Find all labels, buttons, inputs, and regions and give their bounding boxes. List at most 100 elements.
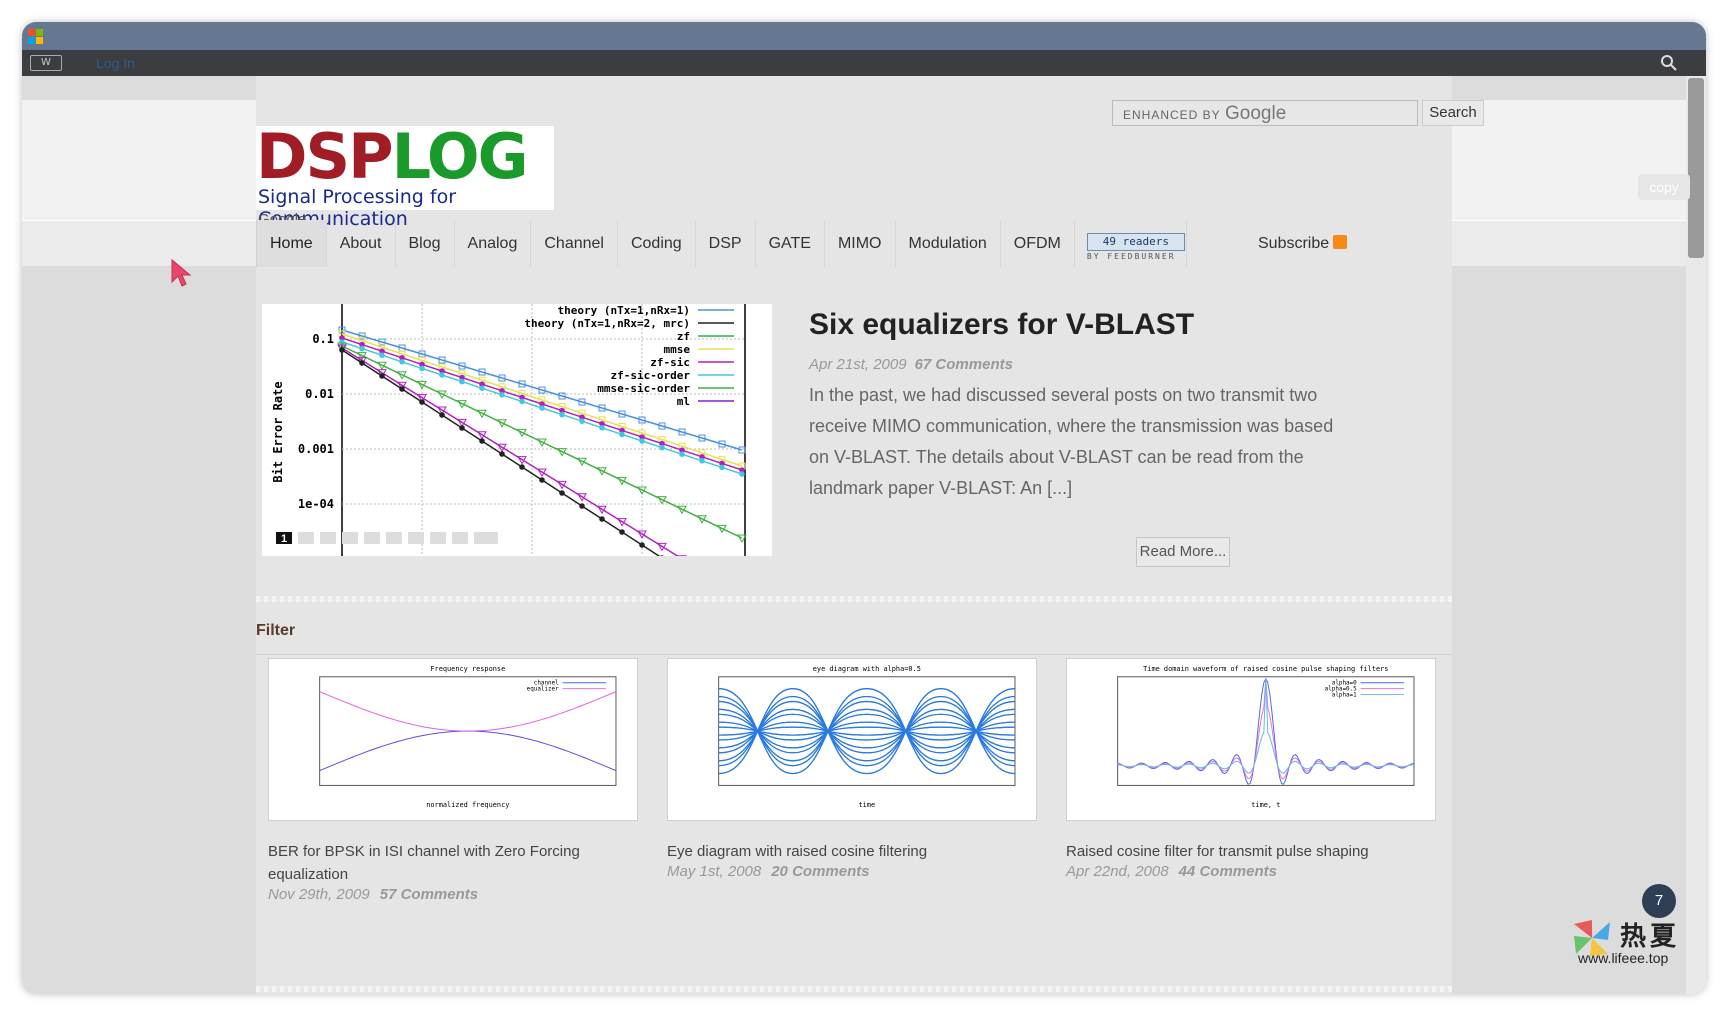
curve-marker [619, 529, 625, 535]
section-divider [256, 654, 1452, 655]
featured-image[interactable]: 0.1 0.01 0.001 1e-04 Bit Error Rate theory (n… [262, 304, 772, 556]
search-button[interactable]: Search [1422, 100, 1484, 126]
legend-label: mmse-sic-order [597, 382, 690, 395]
curve-marker [559, 411, 565, 418]
thumb-xlabel: time [858, 801, 875, 809]
admin-bar: W Log In [22, 50, 1706, 76]
nav-item-gate[interactable]: GATE [756, 220, 825, 267]
thumb-xlabel: time, t [1251, 801, 1280, 809]
windows-logo-icon [28, 29, 44, 45]
card-comments[interactable]: 44 Comments [1179, 863, 1277, 880]
nav-item-home[interactable]: Home [256, 220, 327, 267]
curve-marker [419, 399, 425, 405]
nav-item-dsp[interactable]: DSP [696, 220, 756, 267]
feed-by: BY FEEDBURNER [1086, 252, 1176, 261]
curve-marker [439, 412, 445, 418]
card-meta: May 1st, 2008 20 Comments [667, 863, 1037, 880]
slider-dot-label: 1 [281, 533, 287, 545]
slider-dot [452, 532, 468, 544]
curve-marker [419, 365, 425, 372]
curve-marker [339, 347, 345, 353]
thumb-xlabel: normalized frequency [426, 801, 509, 809]
card-meta: Apr 22nd, 2008 44 Comments [1066, 863, 1436, 880]
legend-label: theory (nTx=1,nRx=1) [558, 304, 690, 317]
scrollbar-thumb[interactable] [1688, 78, 1704, 258]
curve-marker [479, 385, 485, 391]
post-card[interactable]: Frequency response normalized frequency ch… [268, 658, 638, 903]
card-comments[interactable]: 20 Comments [771, 863, 869, 880]
curve-marker [659, 444, 665, 451]
curve-marker [499, 392, 505, 398]
feedburner-badge[interactable]: 49 readers BY FEEDBURNER [1075, 220, 1187, 267]
curve-marker [519, 464, 525, 470]
slider-dot [386, 532, 402, 544]
google-label: Google [1225, 103, 1287, 124]
nav-item-ofdm[interactable]: OFDM [1001, 220, 1075, 267]
site-logo[interactable]: DSPLOG Signal Processing for Communicati… [256, 120, 554, 230]
logo-dsp: DSP [256, 120, 394, 193]
post-card[interactable]: Time domain waveform of raised cosine pu… [1066, 658, 1436, 880]
browser-window: W Log In ENHANCED BY Google Search DSPLO… [22, 22, 1706, 994]
featured-comments[interactable]: 67 Comments [915, 356, 1013, 373]
nav-item-analog[interactable]: Analog [455, 220, 532, 267]
featured-date: Apr 21st, 2009 [809, 356, 907, 373]
curve-marker [479, 438, 485, 444]
card-date: Nov 29th, 2009 [268, 886, 370, 903]
card-thumbnail[interactable]: Frequency responsenormalized frequencych… [268, 658, 638, 821]
card-thumbnail[interactable]: eye diagram with alpha=0.5 time [667, 658, 1037, 821]
curve-marker [459, 378, 465, 385]
thumb-title: Frequency response [430, 665, 505, 673]
curve-marker [579, 503, 585, 509]
card-thumbnail[interactable]: Time domain waveform of raised cosine pu… [1066, 658, 1436, 821]
wordpress-icon[interactable]: W [30, 55, 62, 71]
nav-item-blog[interactable]: Blog [396, 220, 455, 267]
card-title[interactable]: Eye diagram with raised cosine filtering [667, 840, 1027, 863]
card-meta: Nov 29th, 2009 57 Comments [268, 886, 638, 903]
copy-button[interactable]: copy [1638, 174, 1690, 200]
login-link[interactable]: Log In [96, 55, 135, 71]
curve-marker [399, 359, 405, 365]
thumb-legend: equalizer [527, 687, 559, 693]
read-more-button[interactable]: Read More... [1136, 537, 1230, 567]
search-input[interactable]: ENHANCED BY Google [1112, 100, 1418, 126]
search-icon[interactable] [1660, 54, 1678, 72]
featured-title[interactable]: Six equalizers for V-BLAST [809, 308, 1194, 342]
scrollbar[interactable] [1686, 76, 1706, 994]
slider-dot [430, 532, 446, 544]
card-date: May 1st, 2008 [667, 863, 762, 880]
title-bar [22, 22, 1706, 50]
rss-icon [1333, 235, 1348, 249]
curve-marker [639, 438, 645, 444]
logo-log: LOG [391, 120, 529, 193]
curve-marker [639, 542, 645, 548]
card-title[interactable]: Raised cosine filter for transmit pulse … [1066, 840, 1426, 863]
thumb-legend: alpha=1 [1332, 693, 1357, 699]
nav-item-about[interactable]: About [327, 220, 396, 267]
curve-marker [699, 458, 705, 464]
curve-marker [439, 372, 445, 378]
divider [256, 596, 1452, 602]
nav-item-coding[interactable]: Coding [618, 220, 696, 267]
card-comments[interactable]: 57 Comments [380, 886, 478, 903]
post-card[interactable]: eye diagram with alpha=0.5 time Eye diagr… [667, 658, 1037, 880]
curve-marker [379, 373, 385, 379]
curve-marker [599, 516, 605, 522]
nav-item-modulation[interactable]: Modulation [896, 220, 1001, 267]
legend-label: ml [677, 395, 690, 408]
y-tick-label: 0.001 [298, 442, 334, 456]
notification-badge[interactable]: 7 [1642, 884, 1676, 918]
plot-frame [1117, 676, 1415, 786]
y-tick-label: 0.1 [312, 332, 334, 346]
curve-marker [619, 431, 625, 438]
curve-marker [499, 451, 505, 457]
card-title[interactable]: BER for BPSK in ISI channel with Zero Fo… [268, 840, 628, 886]
slider-dot [364, 532, 380, 544]
slider-dot [342, 532, 358, 544]
watermark-text: 热夏 [1620, 922, 1681, 952]
curve-marker [599, 425, 605, 431]
enhanced-by-label: ENHANCED BY [1123, 108, 1221, 122]
nav-item-channel[interactable]: Channel [531, 220, 618, 267]
nav-item-mimo[interactable]: MIMO [825, 220, 896, 267]
watermark: 热夏 www.lifeee.top [1570, 916, 1720, 972]
subscribe-link[interactable]: Subscribe [1258, 220, 1348, 267]
